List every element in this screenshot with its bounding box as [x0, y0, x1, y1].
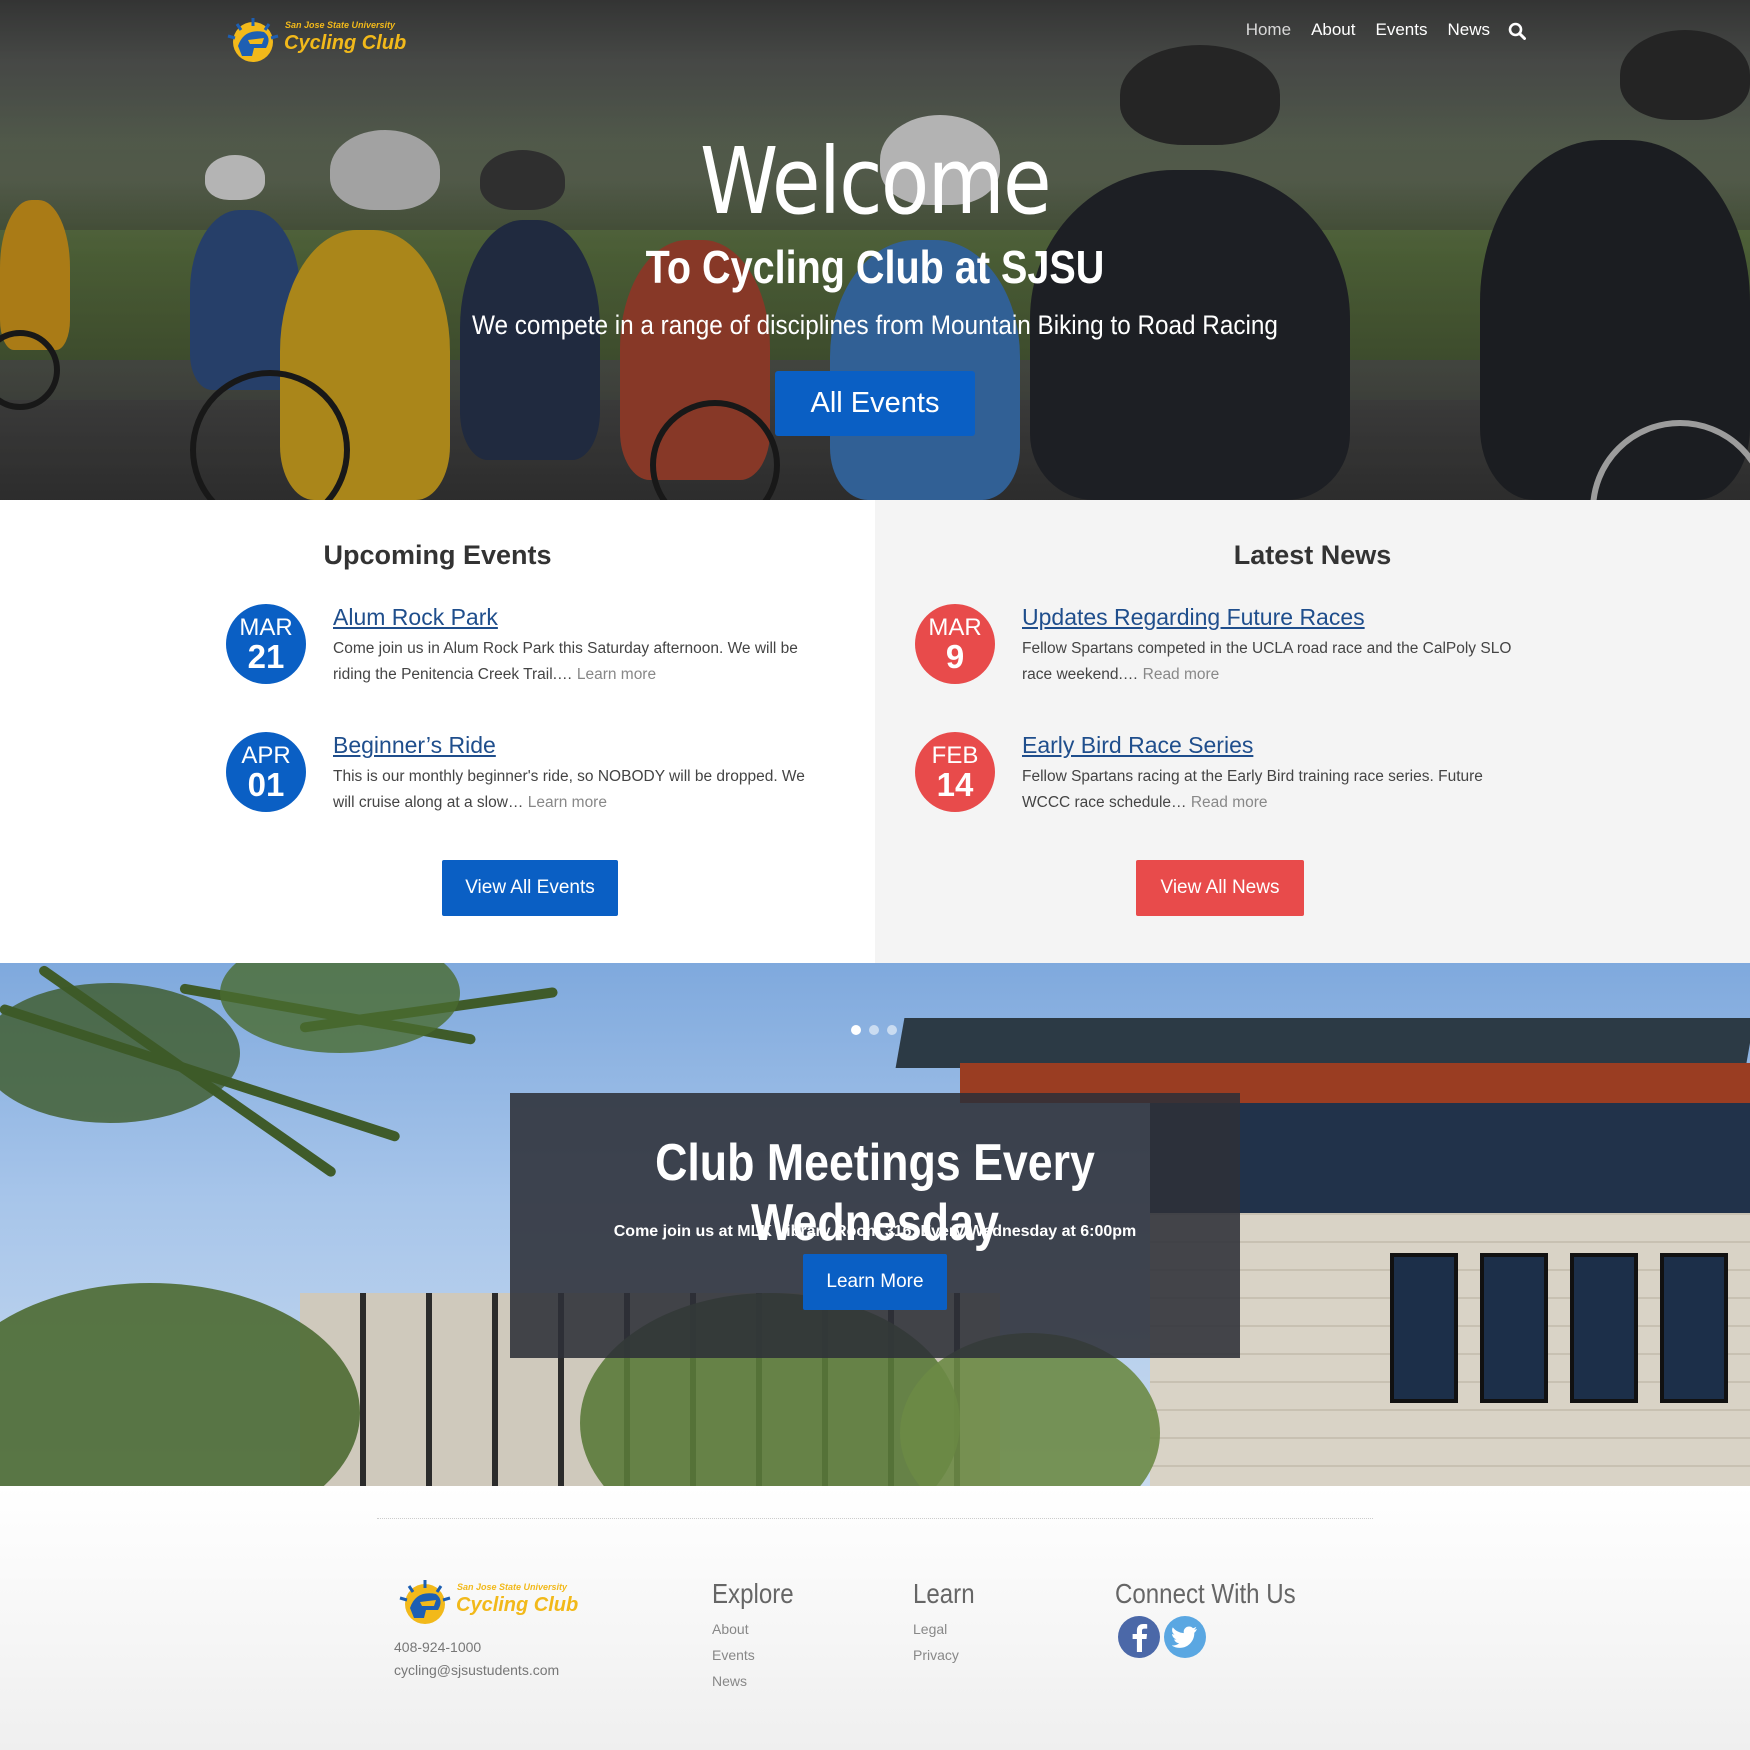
event-learn-more-link[interactable]: Learn more: [528, 794, 607, 811]
slider-dot[interactable]: [869, 1025, 879, 1035]
news-day: 14: [936, 766, 974, 803]
event-excerpt: Come join us in Alum Rock Park this Satu…: [333, 636, 823, 688]
news-excerpt: Fellow Spartans competed in the UCLA roa…: [1022, 636, 1512, 688]
slider-pagination: [851, 1025, 897, 1035]
event-day: 21: [247, 638, 285, 675]
all-events-button[interactable]: All Events: [775, 371, 975, 436]
main-menu: Home About Events News: [1246, 20, 1490, 40]
event-title-link[interactable]: Beginner’s Ride: [333, 732, 496, 759]
site-logo[interactable]: San Jose State University Cycling Club: [224, 14, 406, 66]
facebook-glyph: [1132, 1624, 1148, 1652]
logo-university-text: San Jose State University: [285, 20, 396, 30]
twitter-icon[interactable]: [1164, 1616, 1206, 1658]
footer-link-about[interactable]: About: [712, 1616, 807, 1642]
upcoming-events-title: Upcoming Events: [323, 540, 552, 570]
footer-connect-title: Connect With Us: [1115, 1578, 1296, 1609]
footer-contact: 408-924-1000 cycling@sjsustudents.com: [394, 1636, 559, 1682]
logo-university-text: San Jose State University: [457, 1582, 568, 1592]
news-title-link[interactable]: Early Bird Race Series: [1022, 732, 1253, 759]
search-icon[interactable]: [1508, 22, 1526, 40]
news-day: 9: [945, 638, 965, 675]
view-all-news-button[interactable]: View All News: [1136, 860, 1304, 916]
event-date-badge: MAR 21: [226, 604, 306, 684]
event-day: 01: [247, 766, 285, 803]
event-learn-more-link[interactable]: Learn more: [577, 666, 656, 683]
event-title-link[interactable]: Alum Rock Park: [333, 604, 498, 631]
event-excerpt: This is our monthly beginner's ride, so …: [333, 764, 823, 816]
slide-text: Come join us at MLK Library Room 316, Ev…: [613, 1223, 1137, 1240]
footer-learn-column: Learn Legal Privacy: [913, 1578, 985, 1668]
nav-events[interactable]: Events: [1376, 20, 1428, 40]
nav-home[interactable]: Home: [1246, 20, 1291, 40]
news-read-more-link[interactable]: Read more: [1191, 794, 1268, 811]
hero-subtitle: To Cycling Club at SJSU: [645, 241, 1105, 293]
news-excerpt: Fellow Spartans racing at the Early Bird…: [1022, 764, 1512, 816]
event-month: APR: [241, 742, 291, 769]
news-title-link[interactable]: Updates Regarding Future Races: [1022, 604, 1365, 631]
news-read-more-link[interactable]: Read more: [1143, 666, 1220, 683]
twitter-glyph: [1172, 1626, 1197, 1648]
footer-logo[interactable]: San Jose State University Cycling Club: [396, 1576, 578, 1628]
footer-email[interactable]: cycling@sjsustudents.com: [394, 1659, 559, 1682]
news-date-badge: MAR 9: [915, 604, 995, 684]
event-excerpt-text: Come join us in Alum Rock Park this Satu…: [333, 640, 798, 683]
upcoming-events-section: Upcoming Events MAR 21 Alum Rock Park Co…: [0, 500, 875, 963]
footer-connect-column: Connect With Us: [1115, 1578, 1325, 1610]
hero-title: Welcome: [700, 128, 1052, 235]
spartan-logo-icon: [399, 1580, 451, 1624]
event-date-badge: APR 01: [226, 732, 306, 812]
facebook-icon[interactable]: [1118, 1616, 1160, 1658]
slide-caption-box: Club Meetings Every Wednesday Come join …: [510, 1093, 1240, 1358]
footer-learn-title: Learn: [913, 1578, 975, 1609]
footer-link-events[interactable]: Events: [712, 1642, 807, 1668]
footer-explore-title: Explore: [712, 1578, 794, 1609]
news-month: FEB: [931, 742, 979, 769]
event-month: MAR: [239, 614, 293, 641]
latest-news-title: Latest News: [1233, 540, 1392, 570]
meetings-slider: Club Meetings Every Wednesday Come join …: [0, 963, 1750, 1486]
news-month: MAR: [928, 614, 982, 641]
footer-link-legal[interactable]: Legal: [913, 1616, 985, 1642]
site-footer: San Jose State University Cycling Club 4…: [0, 1486, 1750, 1750]
logo-club-text: Cycling Club: [284, 32, 407, 54]
hero-section: San Jose State University Cycling Club H…: [0, 0, 1750, 500]
nav-about[interactable]: About: [1311, 20, 1355, 40]
footer-phone: 408-924-1000: [394, 1639, 482, 1655]
social-links: [1118, 1616, 1206, 1658]
nav-news[interactable]: News: [1447, 20, 1490, 40]
latest-news-section: Latest News MAR 9 Updates Regarding Futu…: [875, 500, 1750, 963]
learn-more-button[interactable]: Learn More: [803, 1254, 947, 1310]
view-all-events-button[interactable]: View All Events: [442, 860, 618, 916]
top-navigation: San Jose State University Cycling Club H…: [0, 0, 1750, 62]
news-excerpt-text: Fellow Spartans competed in the UCLA roa…: [1022, 640, 1512, 683]
footer-link-privacy[interactable]: Privacy: [913, 1642, 985, 1668]
logo-club-text: Cycling Club: [456, 1594, 579, 1616]
footer-divider: [377, 1518, 1373, 1519]
slider-dot[interactable]: [887, 1025, 897, 1035]
news-date-badge: FEB 14: [915, 732, 995, 812]
slider-dot[interactable]: [851, 1025, 861, 1035]
hero-description: We compete in a range of disciplines fro…: [472, 310, 1278, 340]
spartan-logo-icon: [227, 18, 279, 62]
footer-link-news[interactable]: News: [712, 1668, 807, 1694]
footer-explore-column: Explore About Events News: [712, 1578, 807, 1694]
